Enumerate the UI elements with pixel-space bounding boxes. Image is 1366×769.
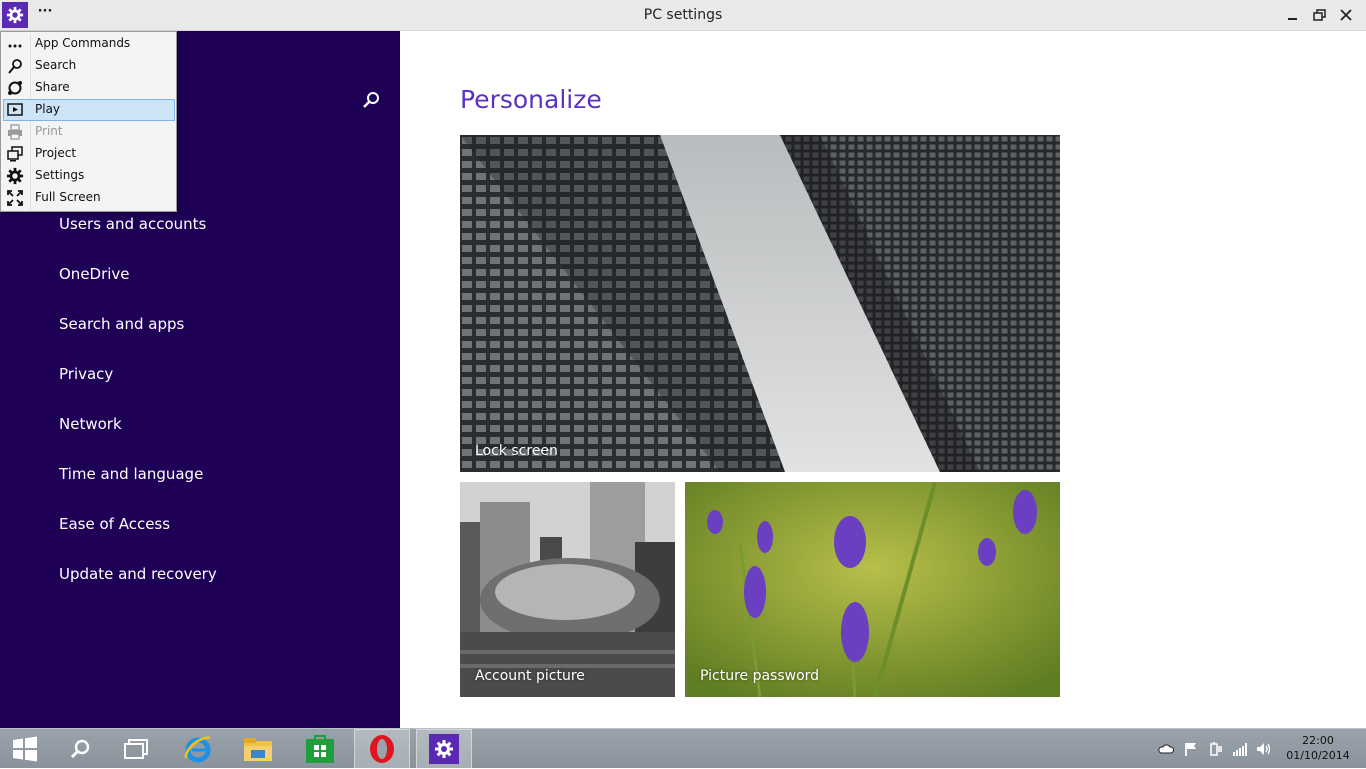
lock-screen-label: Lock screen <box>475 443 558 459</box>
search-icon <box>363 92 379 108</box>
menu-item-settings[interactable]: Settings <box>3 165 175 187</box>
clock-date: 01/10/2014 <box>1286 749 1350 762</box>
menu-item-label: App Commands <box>35 36 131 50</box>
menu-item-project[interactable]: Project <box>3 143 175 165</box>
opera-icon <box>370 735 394 763</box>
taskbar-clock[interactable]: 22:00 01/10/2014 <box>1283 733 1353 763</box>
settings-search-button[interactable] <box>360 89 382 111</box>
lock-screen-tile[interactable]: Lock screen <box>460 135 1060 472</box>
search-icon <box>70 739 90 759</box>
more-icon <box>8 44 22 48</box>
share-icon <box>8 81 22 95</box>
project-icon <box>7 146 23 162</box>
picture-password-tile[interactable]: Picture password <box>685 482 1060 697</box>
menu-item-label: Play <box>35 102 61 116</box>
pc-settings-icon <box>429 734 459 764</box>
volume-icon[interactable] <box>1256 742 1272 756</box>
app-menu-button[interactable] <box>2 2 28 28</box>
store-button[interactable] <box>292 729 348 769</box>
menu-item-label: Full Screen <box>35 190 101 204</box>
menu-item-label: Settings <box>35 168 85 182</box>
app-commands-button[interactable]: ··· <box>34 5 56 25</box>
account-picture-image <box>460 482 675 697</box>
nav-item-search-and-apps[interactable]: Search and apps <box>59 315 184 333</box>
nav-item-users-and-accounts[interactable]: Users and accounts <box>59 215 206 233</box>
task-view-button[interactable] <box>108 729 164 769</box>
nav-item-time-and-language[interactable]: Time and language <box>59 465 203 483</box>
onedrive-icon[interactable] <box>1158 742 1174 756</box>
menu-item-label: Share <box>35 80 70 94</box>
picture-password-image <box>685 482 1060 697</box>
nav-item-onedrive[interactable]: OneDrive <box>59 265 130 283</box>
restore-icon <box>1313 9 1326 21</box>
play-icon <box>7 103 23 116</box>
opera-button[interactable] <box>354 729 410 769</box>
restore-button[interactable] <box>1307 4 1331 26</box>
minimize-icon <box>1288 18 1297 20</box>
search-icon <box>8 59 22 74</box>
print-icon <box>8 124 22 140</box>
store-icon <box>306 735 334 763</box>
window-title: PC settings <box>643 7 723 23</box>
taskbar: 22:00 01/10/2014 <box>0 728 1366 769</box>
gear-icon <box>6 167 24 185</box>
app-commands-menu: App Commands Search Share Play Print Pro… <box>0 31 177 212</box>
nav-item-privacy[interactable]: Privacy <box>59 365 113 383</box>
start-button[interactable] <box>0 729 50 769</box>
menu-item-full-screen[interactable]: Full Screen <box>3 187 175 209</box>
nav-item-network[interactable]: Network <box>59 415 122 433</box>
account-picture-label: Account picture <box>475 668 585 684</box>
menu-item-label: Project <box>35 146 77 160</box>
minimize-button[interactable] <box>1280 4 1304 26</box>
picture-password-label: Picture password <box>700 668 820 684</box>
internet-explorer-icon <box>184 736 211 763</box>
file-explorer-icon <box>244 738 272 761</box>
menu-item-search[interactable]: Search <box>3 55 175 77</box>
menu-item-label: Search <box>35 58 77 72</box>
fullscreen-icon <box>7 190 23 206</box>
action-center-flag-icon[interactable] <box>1183 742 1199 756</box>
lock-screen-image <box>460 135 1060 472</box>
title-bar: ··· PC settings <box>0 0 1366 31</box>
internet-explorer-button[interactable] <box>170 729 226 769</box>
close-icon <box>1340 9 1352 21</box>
power-icon[interactable] <box>1208 742 1224 756</box>
menu-item-label: Print <box>35 124 63 138</box>
menu-item-play[interactable]: Play <box>3 99 175 121</box>
start-icon <box>13 736 37 762</box>
nav-item-ease-of-access[interactable]: Ease of Access <box>59 515 170 533</box>
close-button[interactable] <box>1334 4 1358 26</box>
menu-item-share[interactable]: Share <box>3 77 175 99</box>
taskbar-search-button[interactable] <box>52 729 108 769</box>
account-picture-tile[interactable]: Account picture <box>460 482 675 697</box>
gear-icon <box>6 6 24 24</box>
network-icon[interactable] <box>1232 742 1248 756</box>
file-explorer-button[interactable] <box>230 729 286 769</box>
pc-settings-button[interactable] <box>416 729 472 769</box>
nav-item-update-and-recovery[interactable]: Update and recovery <box>59 565 217 583</box>
page-title: Personalize <box>460 85 602 114</box>
task-view-icon <box>124 739 148 759</box>
menu-item-print[interactable]: Print <box>3 121 175 143</box>
clock-time: 22:00 <box>1302 734 1334 747</box>
menu-item-app-commands[interactable]: App Commands <box>3 33 175 55</box>
